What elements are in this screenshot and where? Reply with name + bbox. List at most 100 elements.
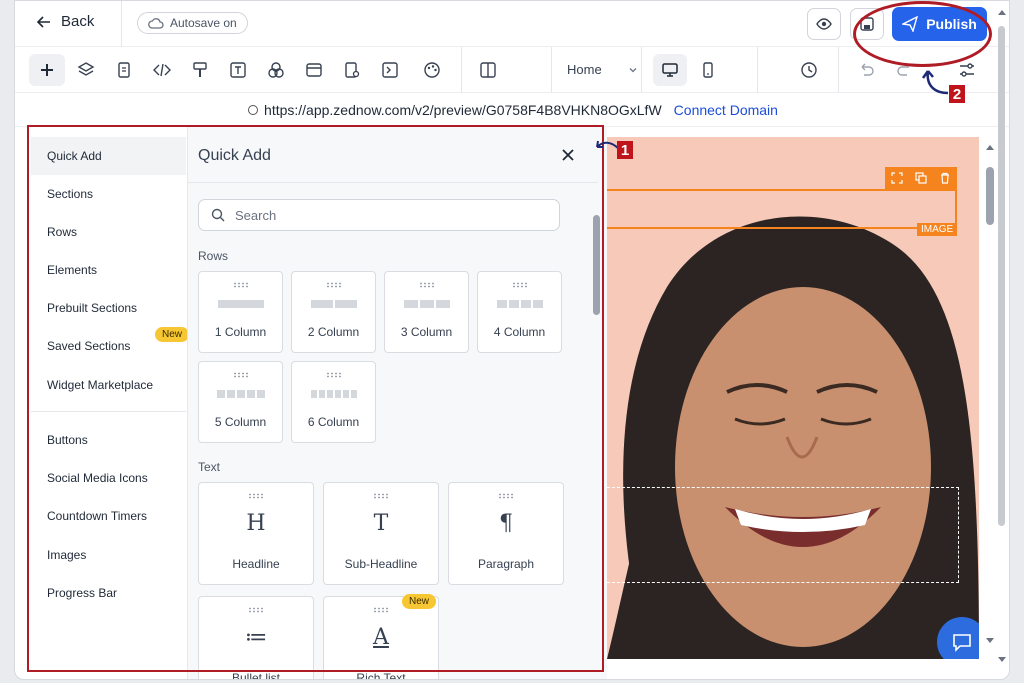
row-6-column-card[interactable]: 6 Column <box>291 361 376 443</box>
search-input[interactable]: Search <box>198 199 560 231</box>
form-button[interactable] <box>338 56 366 84</box>
headline-card[interactable]: H Headline <box>198 482 314 585</box>
divider <box>121 1 122 47</box>
terminal-button[interactable] <box>376 56 404 84</box>
preview-button[interactable] <box>807 8 841 40</box>
annotation-marker-1: 1 <box>617 141 633 159</box>
card-label: Sub-Headline <box>344 557 418 571</box>
duplicate-icon[interactable] <box>915 172 927 184</box>
sidebar-item-rows[interactable]: Rows <box>31 213 186 251</box>
search-placeholder: Search <box>235 207 277 223</box>
mobile-view-button[interactable] <box>694 56 722 84</box>
window-scroll-thumb[interactable] <box>998 26 1005 526</box>
selection-outline <box>607 189 957 229</box>
preview-url[interactable]: https://app.zednow.com/v2/preview/G0758F… <box>248 102 662 118</box>
paragraph-card[interactable]: ¶ Paragraph <box>448 482 564 585</box>
sidebar-item-images[interactable]: Images <box>31 536 186 574</box>
trash-icon[interactable] <box>939 172 951 184</box>
preview-url-text: https://app.zednow.com/v2/preview/G0758F… <box>264 101 662 118</box>
window-scrollbar[interactable] <box>994 0 1008 680</box>
drag-handle-icon <box>498 493 514 499</box>
text-button[interactable] <box>224 56 252 84</box>
bullet-list-card[interactable]: ≔ Bullet list <box>198 596 314 679</box>
row-1-column-card[interactable]: 1 Column <box>198 271 283 353</box>
page-icon <box>118 62 130 78</box>
scroll-up-icon[interactable] <box>997 8 1007 16</box>
sidebar-item-social-media-icons[interactable]: Social Media Icons <box>31 459 186 497</box>
desktop-icon <box>662 63 678 77</box>
layout-icon <box>306 63 322 77</box>
save-button[interactable] <box>850 8 884 40</box>
divider <box>551 47 552 93</box>
card-label: Headline <box>232 557 280 571</box>
left-sidebar: Quick Add Sections Rows Elements Prebuil… <box>31 127 190 679</box>
row-4-column-card[interactable]: 4 Column <box>477 271 562 353</box>
column-preview <box>217 300 264 308</box>
sub-headline-card[interactable]: T Sub-Headline <box>323 482 439 585</box>
eye-icon <box>816 18 832 30</box>
drag-handle-icon <box>373 607 389 613</box>
layers-icon <box>77 62 95 76</box>
panel-title: Quick Add <box>198 147 271 164</box>
drag-handle-icon <box>248 493 264 499</box>
code-button[interactable] <box>148 56 176 84</box>
redo-button[interactable] <box>891 56 919 84</box>
shapes-button[interactable] <box>262 56 290 84</box>
sidebar-item-quick-add[interactable]: Quick Add <box>31 137 186 175</box>
sidebar-item-prebuilt-sections[interactable]: Prebuilt Sections <box>31 289 186 327</box>
canvas-scroll-thumb[interactable] <box>986 167 994 225</box>
autosave-label: Autosave on <box>170 16 237 30</box>
back-button[interactable]: Back <box>37 13 94 30</box>
hero-image[interactable]: IMAGE <box>607 137 979 659</box>
undo-button[interactable] <box>852 56 880 84</box>
code-icon <box>153 63 171 77</box>
save-icon <box>860 17 874 31</box>
pages-button[interactable] <box>110 56 138 84</box>
style-button[interactable] <box>186 56 214 84</box>
drag-handle-icon <box>325 372 342 378</box>
palette-button[interactable] <box>418 56 446 84</box>
drag-handle-icon <box>232 372 249 378</box>
layers-button[interactable] <box>72 56 100 84</box>
sidebar-item-widget-marketplace[interactable]: Widget Marketplace <box>31 366 186 404</box>
tool-bar: Home <box>15 47 1009 93</box>
rich-text-icon: A <box>373 625 389 650</box>
new-badge: New <box>402 594 437 609</box>
connect-domain-link[interactable]: Connect Domain <box>674 102 778 118</box>
expand-icon[interactable] <box>891 172 903 184</box>
chat-icon <box>953 634 971 652</box>
drag-handle-icon <box>373 493 389 499</box>
card-label: 3 Column <box>400 325 453 339</box>
row-2-column-card[interactable]: 2 Column <box>291 271 376 353</box>
arrow-left-icon <box>37 15 50 28</box>
add-element-button[interactable] <box>29 54 65 86</box>
bullet-list-icon: ≔ <box>244 625 268 650</box>
sidebar-item-progress-bar[interactable]: Progress Bar <box>31 574 186 612</box>
sidebar-item-sections[interactable]: Sections <box>31 175 186 213</box>
sidebar-item-countdown-timers[interactable]: Countdown Timers <box>31 497 186 535</box>
undo-icon <box>861 63 874 76</box>
sidebar-item-elements[interactable]: Elements <box>31 251 186 289</box>
panel-scrollbar[interactable] <box>593 215 600 315</box>
scroll-down-icon[interactable] <box>997 656 1007 664</box>
columns-button[interactable] <box>474 56 502 84</box>
card-label: 4 Column <box>493 325 546 339</box>
row-3-column-card[interactable]: 3 Column <box>384 271 469 353</box>
settings-button[interactable] <box>953 56 981 84</box>
page-select[interactable]: Home <box>567 62 638 77</box>
annotation-marker-2: 2 <box>949 85 965 103</box>
search-icon <box>211 208 225 222</box>
page-select-value: Home <box>567 62 602 77</box>
sidebar-item-buttons[interactable]: Buttons <box>31 421 186 459</box>
drag-handle-icon <box>511 282 528 288</box>
close-icon[interactable] <box>560 147 576 163</box>
paragraph-icon: ¶ <box>499 511 513 536</box>
history-icon <box>801 62 817 78</box>
row-5-column-card[interactable]: 5 Column <box>198 361 283 443</box>
history-button[interactable] <box>795 56 823 84</box>
publish-button[interactable]: Publish <box>892 7 987 41</box>
layout-button[interactable] <box>300 56 328 84</box>
page-canvas[interactable]: IMAGE <box>607 127 1009 679</box>
top-bar: Back Autosave on Publish <box>15 1 1009 67</box>
desktop-view-button[interactable] <box>653 54 687 86</box>
